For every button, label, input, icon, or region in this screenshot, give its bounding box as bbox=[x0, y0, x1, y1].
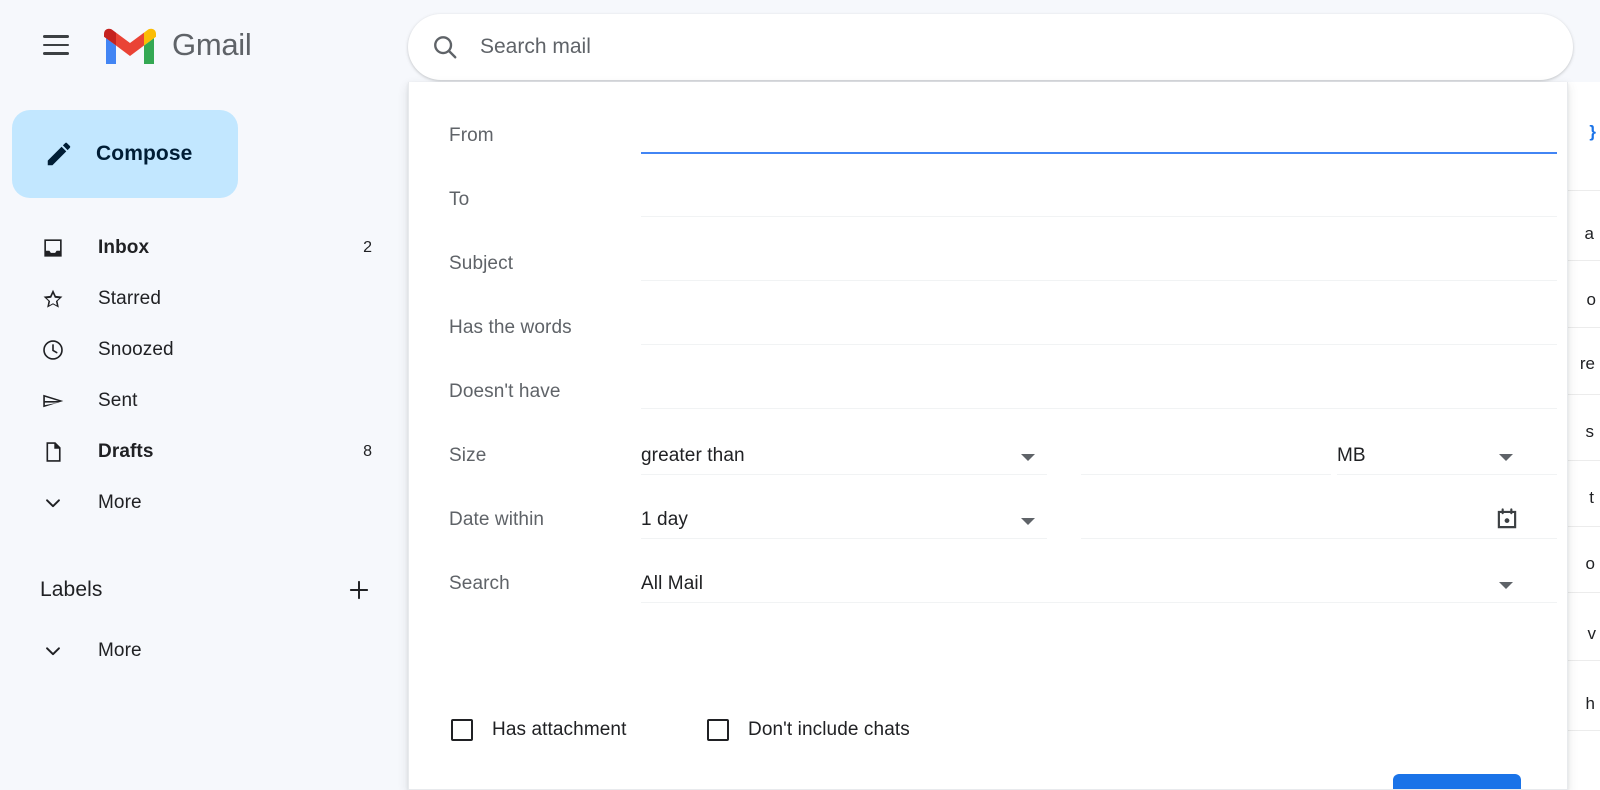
gmail-app-window: Gmail Compose Inbox 2 Starred Snoozed Se… bbox=[0, 0, 1600, 790]
sidebar-item-more[interactable]: More bbox=[0, 477, 408, 528]
bg-row-divider bbox=[1566, 660, 1600, 661]
checkbox-label: Don't include chats bbox=[748, 719, 910, 740]
clock-icon bbox=[43, 339, 63, 360]
checkbox-box[interactable] bbox=[707, 719, 729, 741]
labels-title: Labels bbox=[40, 578, 103, 601]
bg-snippet: o bbox=[1586, 290, 1596, 309]
document-icon bbox=[46, 441, 61, 462]
pencil-compose-icon bbox=[47, 142, 71, 166]
sidebar-item-label: Starred bbox=[98, 287, 162, 309]
labels-header: Labels bbox=[0, 562, 408, 618]
search-scope-value[interactable]: All Mail bbox=[641, 573, 703, 595]
sidebar-item-labels-more[interactable]: More bbox=[0, 625, 408, 676]
field-input-has-the-words[interactable] bbox=[641, 344, 1557, 345]
checkbox-dont-include-chats[interactable]: Don't include chats bbox=[707, 719, 910, 741]
bg-row-divider bbox=[1566, 730, 1600, 731]
field-input-doesnt-have[interactable] bbox=[641, 408, 1557, 409]
field-label-size: Size bbox=[449, 445, 487, 466]
size-unit-value[interactable]: MB bbox=[1337, 445, 1366, 467]
size-operator-underline bbox=[641, 474, 1047, 475]
bg-snippet: re bbox=[1579, 354, 1595, 373]
bg-snippet: t bbox=[1589, 488, 1594, 507]
search-button[interactable]: Search bbox=[1393, 774, 1521, 789]
date-range-chevron-down-icon[interactable] bbox=[1021, 518, 1035, 525]
brand-row: Gmail bbox=[0, 0, 408, 90]
field-input-from[interactable] bbox=[641, 152, 1557, 154]
bg-snippet: o bbox=[1585, 554, 1595, 573]
bg-snippet: a bbox=[1584, 224, 1594, 243]
bg-row-divider bbox=[1566, 260, 1600, 261]
checkbox-row: Has attachment Don't include chats bbox=[409, 707, 1567, 753]
bg-snippet: h bbox=[1585, 694, 1595, 713]
calendar-icon[interactable] bbox=[1494, 506, 1520, 532]
bg-row-divider bbox=[1566, 592, 1600, 593]
compose-label: Compose bbox=[96, 142, 193, 165]
search-bar bbox=[408, 14, 1573, 80]
gmail-logo-icon bbox=[104, 28, 156, 64]
sidebar-item-label: Sent bbox=[98, 389, 138, 411]
sidebar-item-label: More bbox=[98, 639, 142, 661]
size-unit-underline bbox=[1337, 474, 1557, 475]
sidebar: Gmail Compose Inbox 2 Starred Snoozed Se… bbox=[0, 0, 408, 790]
field-label-subject: Subject bbox=[449, 253, 514, 274]
nav-list: Inbox 2 Starred Snoozed Sent Drafts 8 Mo… bbox=[0, 222, 408, 528]
paper-plane-icon bbox=[43, 394, 64, 407]
labels-more-group: More bbox=[0, 625, 408, 676]
sidebar-item-drafts[interactable]: Drafts 8 bbox=[0, 426, 408, 477]
create-filter-button[interactable]: Create filter bbox=[1221, 782, 1353, 789]
sidebar-item-label: Snoozed bbox=[98, 338, 174, 360]
sidebar-item-count: 2 bbox=[363, 238, 372, 256]
field-label-doesnt-have: Doesn't have bbox=[449, 381, 561, 402]
size-operator-chevron-down-icon[interactable] bbox=[1021, 454, 1035, 461]
star-outline-icon bbox=[43, 289, 63, 308]
compose-button[interactable]: Compose bbox=[12, 110, 238, 198]
field-label-date-within: Date within bbox=[449, 509, 545, 530]
field-label-from: From bbox=[449, 125, 494, 146]
hamburger-menu-icon[interactable] bbox=[32, 21, 80, 69]
bg-row-divider bbox=[1566, 394, 1600, 395]
size-unit-chevron-down-icon[interactable] bbox=[1499, 454, 1513, 461]
sidebar-item-sent[interactable]: Sent bbox=[0, 375, 408, 426]
search-input[interactable] bbox=[480, 35, 1573, 59]
field-label-to: To bbox=[449, 189, 470, 210]
checkbox-label: Has attachment bbox=[492, 719, 627, 740]
sidebar-item-count: 8 bbox=[363, 442, 372, 460]
date-value-input[interactable] bbox=[1081, 538, 1557, 539]
search-scope-chevron-down-icon[interactable] bbox=[1499, 582, 1513, 589]
field-label-has-the-words: Has the words bbox=[449, 317, 572, 338]
sidebar-item-label: Inbox bbox=[98, 236, 150, 258]
chevron-down-icon bbox=[46, 646, 60, 655]
checkbox-box[interactable] bbox=[451, 719, 473, 741]
bg-snippet: } bbox=[1589, 122, 1596, 141]
inbox-tray-icon bbox=[44, 238, 62, 257]
bg-snippet: s bbox=[1585, 422, 1595, 441]
sidebar-item-snoozed[interactable]: Snoozed bbox=[0, 324, 408, 375]
date-range-value[interactable]: 1 day bbox=[641, 509, 688, 531]
sidebar-item-label: More bbox=[98, 491, 142, 513]
date-range-underline bbox=[641, 538, 1047, 539]
search-icon[interactable] bbox=[430, 32, 460, 62]
field-input-to[interactable] bbox=[641, 216, 1557, 217]
chevron-down-icon bbox=[46, 498, 60, 507]
bg-snippet: v bbox=[1587, 624, 1597, 643]
sidebar-item-inbox[interactable]: Inbox 2 bbox=[0, 222, 408, 273]
bg-row-divider bbox=[1566, 460, 1600, 461]
size-operator-value[interactable]: greater than bbox=[641, 445, 745, 467]
sidebar-item-starred[interactable]: Starred bbox=[0, 273, 408, 324]
bg-row-divider bbox=[1566, 190, 1600, 191]
size-amount-input[interactable] bbox=[1081, 474, 1331, 475]
field-input-subject[interactable] bbox=[641, 280, 1557, 281]
bg-row-divider bbox=[1566, 327, 1600, 328]
bg-row-divider bbox=[1566, 526, 1600, 527]
brand-name: Gmail bbox=[172, 27, 252, 62]
search-filter-panel: From To Subject Has the words Doesn't ha… bbox=[408, 82, 1568, 790]
field-label-search-scope: Search bbox=[449, 573, 510, 594]
plus-icon[interactable] bbox=[346, 577, 372, 603]
checkbox-has-attachment[interactable]: Has attachment bbox=[451, 719, 626, 741]
sidebar-item-label: Drafts bbox=[98, 440, 154, 462]
search-scope-underline bbox=[641, 602, 1557, 603]
